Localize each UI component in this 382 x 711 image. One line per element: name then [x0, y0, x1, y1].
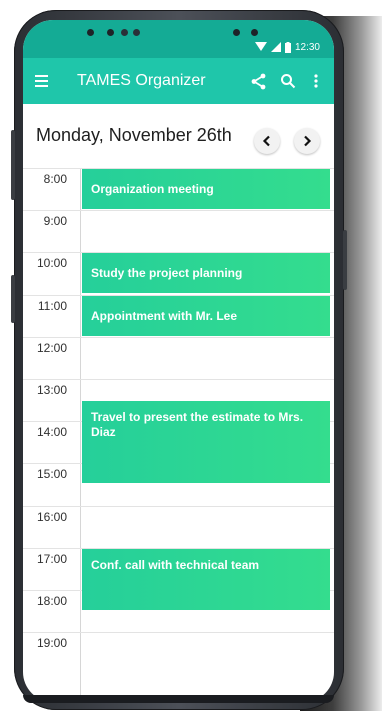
status-icons: 12:30	[254, 40, 320, 54]
event-title: Travel to present the estimate to Mrs. D…	[91, 410, 304, 439]
hour-divider	[23, 210, 334, 211]
signal-icon	[270, 42, 281, 52]
time-label: 10:00	[36, 256, 67, 270]
time-column: 8:00 9:00 10:00 11:00 12:00 13:00 14:00 15:00 16…	[23, 168, 81, 702]
status-bar: 12:30	[23, 20, 334, 58]
previous-day-button[interactable]	[254, 128, 280, 154]
time-label: 14:00	[36, 425, 67, 439]
volume-down-button	[11, 275, 15, 323]
power-button	[343, 230, 347, 290]
app-bar: TAMES Organizer	[23, 58, 334, 104]
time-label: 17:00	[36, 552, 67, 566]
event-block[interactable]: Organization meeting	[82, 169, 330, 209]
date-header: Monday, November 26th	[23, 104, 334, 169]
volume-up-button	[11, 130, 15, 200]
day-schedule-grid[interactable]: 8:00 9:00 10:00 11:00 12:00 13:00 14:00 15:00 16…	[23, 168, 334, 702]
time-label: 13:00	[36, 383, 67, 397]
current-date: Monday, November 26th	[36, 125, 232, 145]
search-icon[interactable]	[276, 69, 300, 93]
more-options-icon[interactable]	[304, 69, 328, 93]
wifi-icon	[254, 42, 267, 51]
time-label: 19:00	[36, 636, 67, 650]
event-block[interactable]: Study the project planning	[82, 253, 330, 293]
app-title: TAMES Organizer	[77, 72, 206, 89]
time-label: 11:00	[37, 299, 67, 313]
sensor-strip	[83, 29, 273, 37]
event-title: Organization meeting	[91, 181, 214, 196]
event-title: Appointment with Mr. Lee	[91, 308, 237, 323]
next-day-button[interactable]	[294, 128, 320, 154]
time-label: 18:00	[36, 594, 67, 608]
time-label: 12:00	[36, 341, 67, 355]
share-icon[interactable]	[246, 69, 270, 93]
event-block[interactable]: Conf. call with technical team	[82, 549, 330, 610]
phone-bottom-edge	[23, 695, 334, 703]
hour-divider	[23, 506, 334, 507]
hour-divider	[23, 632, 334, 633]
hour-divider	[23, 379, 334, 380]
time-label: 16:00	[36, 510, 67, 524]
time-label: 8:00	[43, 172, 67, 186]
status-time: 12:30	[294, 41, 320, 53]
battery-icon	[284, 41, 291, 53]
event-title: Conf. call with technical team	[91, 558, 260, 572]
menu-icon[interactable]	[35, 74, 57, 88]
event-block[interactable]: Travel to present the estimate to Mrs. D…	[82, 401, 330, 483]
time-label: 15:00	[36, 467, 67, 481]
event-block[interactable]: Appointment with Mr. Lee	[82, 296, 330, 336]
chevron-right-icon	[304, 135, 312, 147]
event-title: Study the project planning	[91, 265, 243, 280]
hour-divider	[23, 337, 334, 338]
time-label: 9:00	[43, 214, 67, 228]
phone-screen: 12:30 TAMES Organizer Monday, November 2…	[23, 20, 334, 702]
chevron-left-icon	[262, 135, 270, 147]
